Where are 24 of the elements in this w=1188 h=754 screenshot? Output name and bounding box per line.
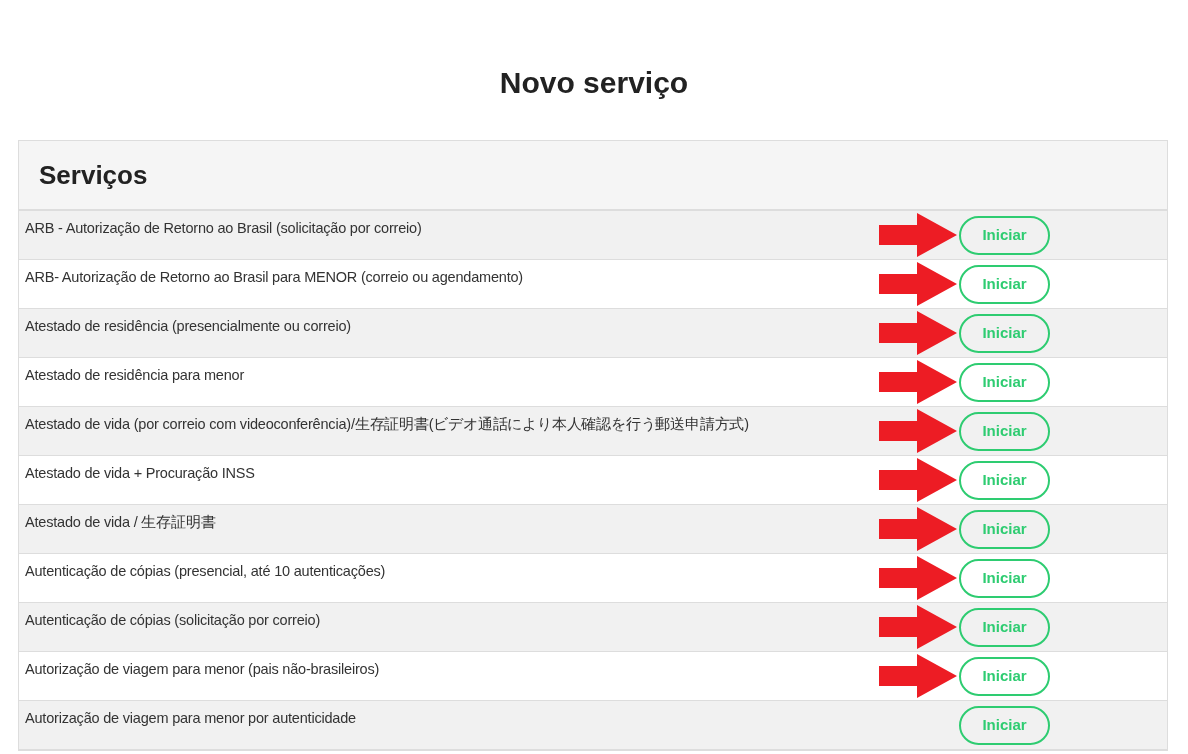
start-button[interactable]: Iniciar xyxy=(959,558,1050,598)
start-button[interactable]: Iniciar xyxy=(959,460,1050,500)
service-name: Autorização de viagem para menor por autenticidade xyxy=(24,709,357,728)
service-name: ARB- Autorização de Retorno ao Brasil para MENOR (correio ou agendamento) xyxy=(24,268,524,287)
start-button[interactable]: Iniciar xyxy=(959,362,1050,402)
start-button[interactable]: Iniciar xyxy=(959,215,1050,255)
start-button[interactable]: Iniciar xyxy=(959,411,1050,451)
page-title: Novo serviço xyxy=(499,64,689,101)
service-name: Autenticação de cópias (solicitação por correio) xyxy=(24,611,322,630)
service-name: Atestado de vida + Procuração INSS xyxy=(24,464,256,483)
service-name: Atestado de vida (por correio com videoconferência)/生存証明書(ビデオ通話により本人確認を行う郵送申請方式) xyxy=(24,415,750,434)
service-name: Autenticação de cópias (presencial, até 10 autenticações) xyxy=(24,562,387,581)
service-name: Atestado de residência (presencialmente ou correio) xyxy=(24,317,352,336)
start-button[interactable]: Iniciar xyxy=(959,705,1050,745)
service-name: Autorização de viagem para menor (pais não-brasileiros) xyxy=(24,660,381,679)
start-button[interactable]: Iniciar xyxy=(959,607,1050,647)
start-button[interactable]: Iniciar xyxy=(959,313,1050,353)
start-button[interactable]: Iniciar xyxy=(959,509,1050,549)
service-name: Atestado de vida / 生存証明書 xyxy=(24,513,217,532)
service-name: Atestado de residência para menor xyxy=(24,366,246,385)
start-button[interactable]: Iniciar xyxy=(959,264,1050,304)
panel-heading: Serviços xyxy=(39,158,148,192)
service-name: ARB - Autorização de Retorno ao Brasil (solicitação por correio) xyxy=(24,219,423,238)
start-button[interactable]: Iniciar xyxy=(959,656,1050,696)
